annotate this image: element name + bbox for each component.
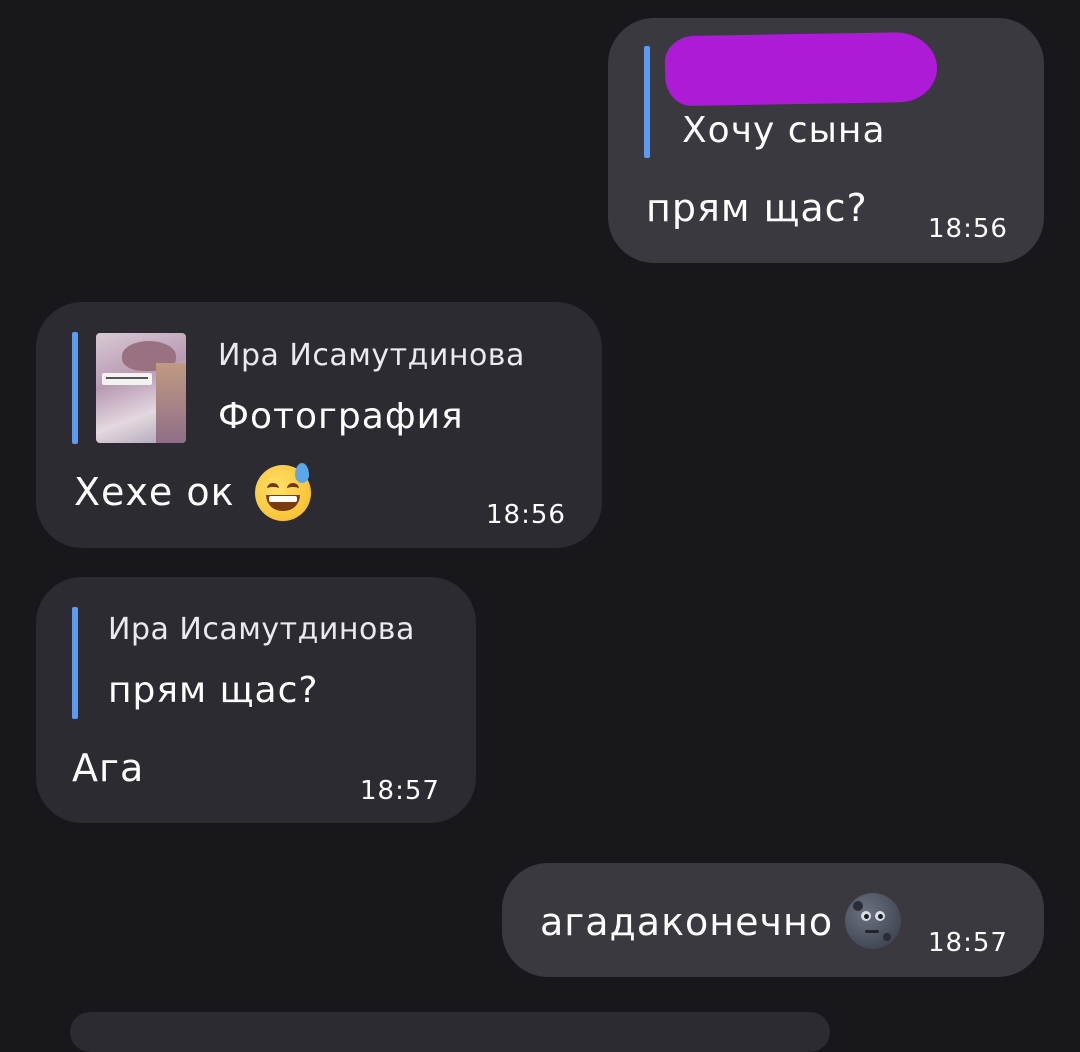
reply-quote-text: прям щас? (108, 670, 319, 711)
message-time: 18:56 (486, 500, 566, 530)
message-text: Ага (72, 746, 145, 790)
reply-quote-bar (72, 332, 78, 444)
message-bubble-partial[interactable] (70, 1012, 830, 1052)
message-text: агадаконечно (540, 900, 834, 944)
reply-sender-name: Ира Исамутдинова (108, 612, 415, 647)
reply-sender-name: Ира Исамутдинова (218, 338, 525, 373)
reply-quote-bar (72, 607, 78, 719)
redacted-sender-name (664, 31, 938, 107)
message-time: 18:56 (928, 214, 1008, 244)
message-time: 18:57 (928, 928, 1008, 958)
message-text: прям щас? (646, 186, 868, 230)
reply-quote-text: Хочу сына (682, 110, 886, 151)
reply-quote-bar (644, 46, 650, 158)
message-time: 18:57 (360, 776, 440, 806)
reply-quote-text: Фотография (218, 396, 464, 437)
grinning-sweat-emoji-icon (255, 463, 311, 521)
reply-photo-thumbnail[interactable] (96, 333, 186, 443)
message-text: Хехе ок (74, 470, 235, 514)
new-moon-face-emoji-icon (845, 893, 901, 949)
